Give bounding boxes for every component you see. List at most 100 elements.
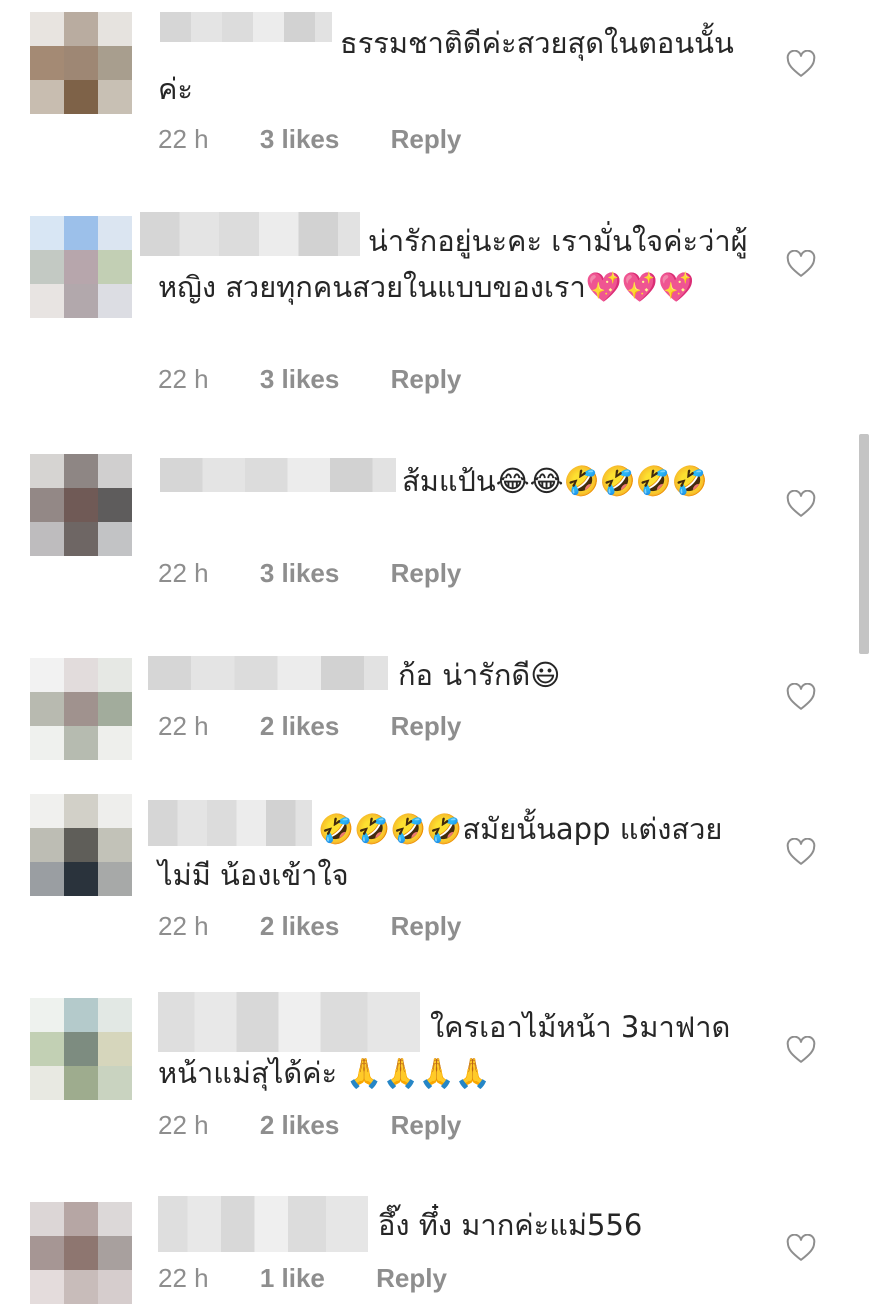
- like-heart-icon[interactable]: [786, 490, 816, 518]
- avatar-pixel: [64, 1066, 98, 1100]
- avatar-pixel: [98, 46, 132, 80]
- comment-meta: 22 h 1 like Reply: [158, 1263, 447, 1294]
- comment-meta: 22 h 3 likes Reply: [158, 124, 461, 155]
- avatar-pixel: [98, 794, 132, 828]
- avatar-pixel: [98, 1202, 132, 1236]
- avatar-pixel: [30, 998, 64, 1032]
- comment-time: 22 h: [158, 124, 209, 154]
- like-heart-icon[interactable]: [786, 1036, 816, 1064]
- avatar-pixel: [64, 1032, 98, 1066]
- avatar-pixel: [64, 80, 98, 114]
- avatar-pixel: [30, 1032, 64, 1066]
- avatar-pixel: [30, 1236, 64, 1270]
- comment-meta: 22 h 3 likes Reply: [158, 364, 461, 395]
- avatar[interactable]: [30, 216, 132, 318]
- likes-count[interactable]: 2 likes: [260, 911, 340, 942]
- like-heart-icon[interactable]: [786, 683, 816, 711]
- avatar-pixel: [64, 216, 98, 250]
- avatar-pixel: [64, 726, 98, 760]
- reply-button[interactable]: Reply: [376, 1263, 447, 1294]
- avatar-pixel: [98, 250, 132, 284]
- comment-time: 22 h: [158, 711, 209, 741]
- avatar-pixel: [64, 46, 98, 80]
- comment-text: ธรรมชาติดีค่ะสวยสุดในตอนนั้นค่ะ: [158, 26, 734, 106]
- avatar-pixel: [98, 658, 132, 692]
- avatar-pixel: [64, 284, 98, 318]
- avatar-pixel: [98, 862, 132, 896]
- avatar-pixel: [98, 726, 132, 760]
- likes-count[interactable]: 2 likes: [260, 1110, 340, 1141]
- avatar-pixel: [30, 726, 64, 760]
- comment-time: 22 h: [158, 558, 209, 588]
- avatar-pixel: [64, 692, 98, 726]
- reply-button[interactable]: Reply: [391, 911, 462, 942]
- avatar-pixel: [64, 522, 98, 556]
- avatar-pixel: [64, 488, 98, 522]
- avatar-pixel: [98, 1270, 132, 1304]
- comment-time: 22 h: [158, 1110, 209, 1140]
- reply-button[interactable]: Reply: [391, 711, 462, 742]
- comment-meta: 22 h 2 likes Reply: [158, 711, 461, 742]
- avatar-pixel: [64, 658, 98, 692]
- likes-count[interactable]: 3 likes: [260, 558, 340, 589]
- avatar-pixel: [64, 250, 98, 284]
- avatar-pixel: [98, 454, 132, 488]
- avatar-pixel: [98, 1032, 132, 1066]
- avatar-pixel: [64, 1236, 98, 1270]
- likes-count[interactable]: 3 likes: [260, 124, 340, 155]
- likes-count[interactable]: 3 likes: [260, 364, 340, 395]
- avatar[interactable]: [30, 1202, 132, 1304]
- comment-time: 22 h: [158, 1263, 209, 1293]
- avatar-pixel: [30, 488, 64, 522]
- avatar-pixel: [30, 1202, 64, 1236]
- avatar-pixel: [30, 250, 64, 284]
- avatar-pixel: [64, 1202, 98, 1236]
- avatar[interactable]: [30, 454, 132, 556]
- comment-text: น่ารักอยู่นะคะ เรามั่นใจค่ะว่าผู้หญิง สว…: [158, 224, 748, 304]
- avatar-pixel: [30, 522, 64, 556]
- comment-time: 22 h: [158, 364, 209, 394]
- like-heart-icon[interactable]: [786, 250, 816, 278]
- avatar-pixel: [64, 12, 98, 46]
- avatar-pixel: [98, 522, 132, 556]
- comment-text: ใครเอาไม้หน้า 3มาฟาดหน้าแม่สุได้ค่ะ 🙏🙏🙏🙏: [158, 1010, 731, 1090]
- likes-count[interactable]: 2 likes: [260, 711, 340, 742]
- avatar-pixel: [30, 80, 64, 114]
- comment-meta: 22 h 3 likes Reply: [158, 558, 461, 589]
- avatar-pixel: [98, 828, 132, 862]
- avatar-pixel: [64, 998, 98, 1032]
- avatar-pixel: [30, 284, 64, 318]
- avatar-pixel: [30, 46, 64, 80]
- avatar-pixel: [98, 284, 132, 318]
- reply-button[interactable]: Reply: [391, 364, 462, 395]
- avatar-pixel: [98, 692, 132, 726]
- reply-button[interactable]: Reply: [391, 124, 462, 155]
- avatar-pixel: [30, 828, 64, 862]
- like-heart-icon[interactable]: [786, 838, 816, 866]
- avatar-pixel: [98, 998, 132, 1032]
- avatar[interactable]: [30, 794, 132, 896]
- comment-meta: 22 h 2 likes Reply: [158, 1110, 461, 1141]
- avatar-pixel: [30, 692, 64, 726]
- like-heart-icon[interactable]: [786, 50, 816, 78]
- like-heart-icon[interactable]: [786, 1234, 816, 1262]
- likes-count[interactable]: 1 like: [260, 1263, 325, 1294]
- reply-button[interactable]: Reply: [391, 558, 462, 589]
- avatar[interactable]: [30, 658, 132, 760]
- avatar[interactable]: [30, 12, 132, 114]
- comment-meta: 22 h 2 likes Reply: [158, 911, 461, 942]
- reply-button[interactable]: Reply: [391, 1110, 462, 1141]
- comment-text: ก้อ น่ารักดี😃: [398, 658, 561, 692]
- avatar-pixel: [98, 216, 132, 250]
- avatar-pixel: [30, 216, 64, 250]
- comment-text: ส้มแป้น😂😂🤣🤣🤣🤣: [402, 464, 708, 498]
- scrollbar-thumb[interactable]: [859, 434, 869, 654]
- avatar-pixel: [30, 794, 64, 828]
- avatar-pixel: [64, 794, 98, 828]
- avatar-pixel: [64, 1270, 98, 1304]
- avatar[interactable]: [30, 998, 132, 1100]
- avatar-pixel: [30, 862, 64, 896]
- comment-time: 22 h: [158, 911, 209, 941]
- comment-text: อึ๊ง ทึ๋ง มากค่ะแม่556: [378, 1208, 643, 1242]
- avatar-pixel: [30, 1270, 64, 1304]
